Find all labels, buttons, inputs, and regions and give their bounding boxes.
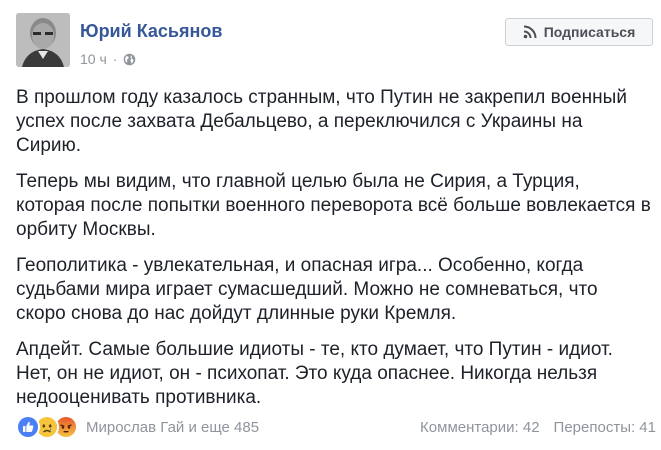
post-footer: Мирослав Гай и еще 485 Комментарии: 42 Пе…: [16, 415, 656, 440]
post-paragraph: В прошлом году казалось странным, что Пу…: [16, 87, 627, 156]
engagement-counts: Комментарии: 42 Перепосты: 41: [420, 419, 656, 436]
post-paragraph: Геополитика - увлекательная, и опасная и…: [16, 255, 598, 324]
shares-count[interactable]: Перепосты: 41: [554, 419, 656, 436]
facebook-post: Юрий Касьянов 10 ч · Подписаться В прошл…: [0, 0, 661, 450]
author-name[interactable]: Юрий Касьянов: [80, 21, 222, 42]
post-paragraph: Теперь мы видим, что главной целью была …: [16, 171, 651, 240]
reactors-text[interactable]: Мирослав Гай и еще 485: [86, 419, 259, 436]
author-avatar[interactable]: [16, 13, 70, 67]
like-icon: [16, 415, 40, 439]
post-paragraph: Апдейт. Самые большие идиоты - те, кто д…: [16, 339, 613, 408]
subscribe-label: Подписаться: [543, 24, 636, 40]
subscribe-button[interactable]: Подписаться: [505, 18, 653, 46]
post-time[interactable]: 10 ч: [80, 51, 107, 67]
meta-separator: ·: [112, 51, 118, 67]
post-text: В прошлом году казалось странным, что Пу…: [16, 86, 651, 422]
globe-icon[interactable]: [123, 53, 136, 66]
comments-count[interactable]: Комментарии: 42: [420, 419, 540, 436]
rss-icon: [523, 25, 537, 39]
post-header: Юрий Касьянов 10 ч · Подписаться: [16, 13, 656, 69]
reactions-summary[interactable]: [16, 415, 78, 439]
post-meta: 10 ч ·: [80, 51, 136, 67]
